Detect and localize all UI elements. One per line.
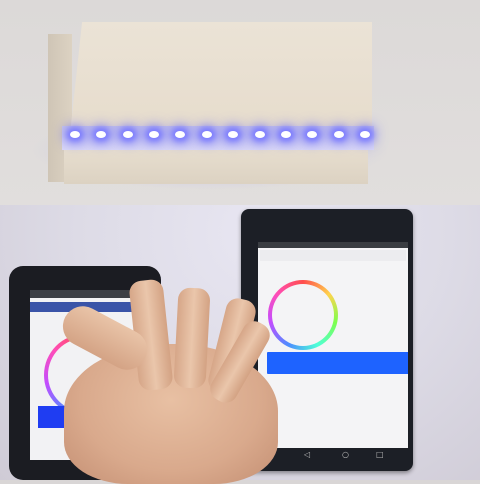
recents-icon[interactable]: □ [376,450,384,459]
led-light [149,131,160,138]
back-icon[interactable]: ◁ [304,450,310,459]
color-wheel[interactable] [268,280,338,350]
tablet-nav-bar: ◁ ○ □ [258,448,408,462]
led-light [122,131,133,138]
led-light [280,131,291,138]
led-light [254,131,265,138]
wooden-box-base [64,146,368,184]
finger [173,287,211,389]
led-light [333,131,344,138]
wooden-box [70,22,372,134]
photo-scene: ◁ ○ □ [0,0,480,484]
tablet-status-bar [258,242,408,248]
tablet-screen [258,242,408,449]
tablet-url-bar[interactable] [260,250,406,261]
led-light [360,131,370,138]
home-icon[interactable]: ○ [342,450,349,459]
led-light [70,131,80,138]
led-light [201,131,212,138]
color-button[interactable] [267,352,408,374]
phone-status-bar [30,290,140,298]
led-strip [62,126,374,150]
